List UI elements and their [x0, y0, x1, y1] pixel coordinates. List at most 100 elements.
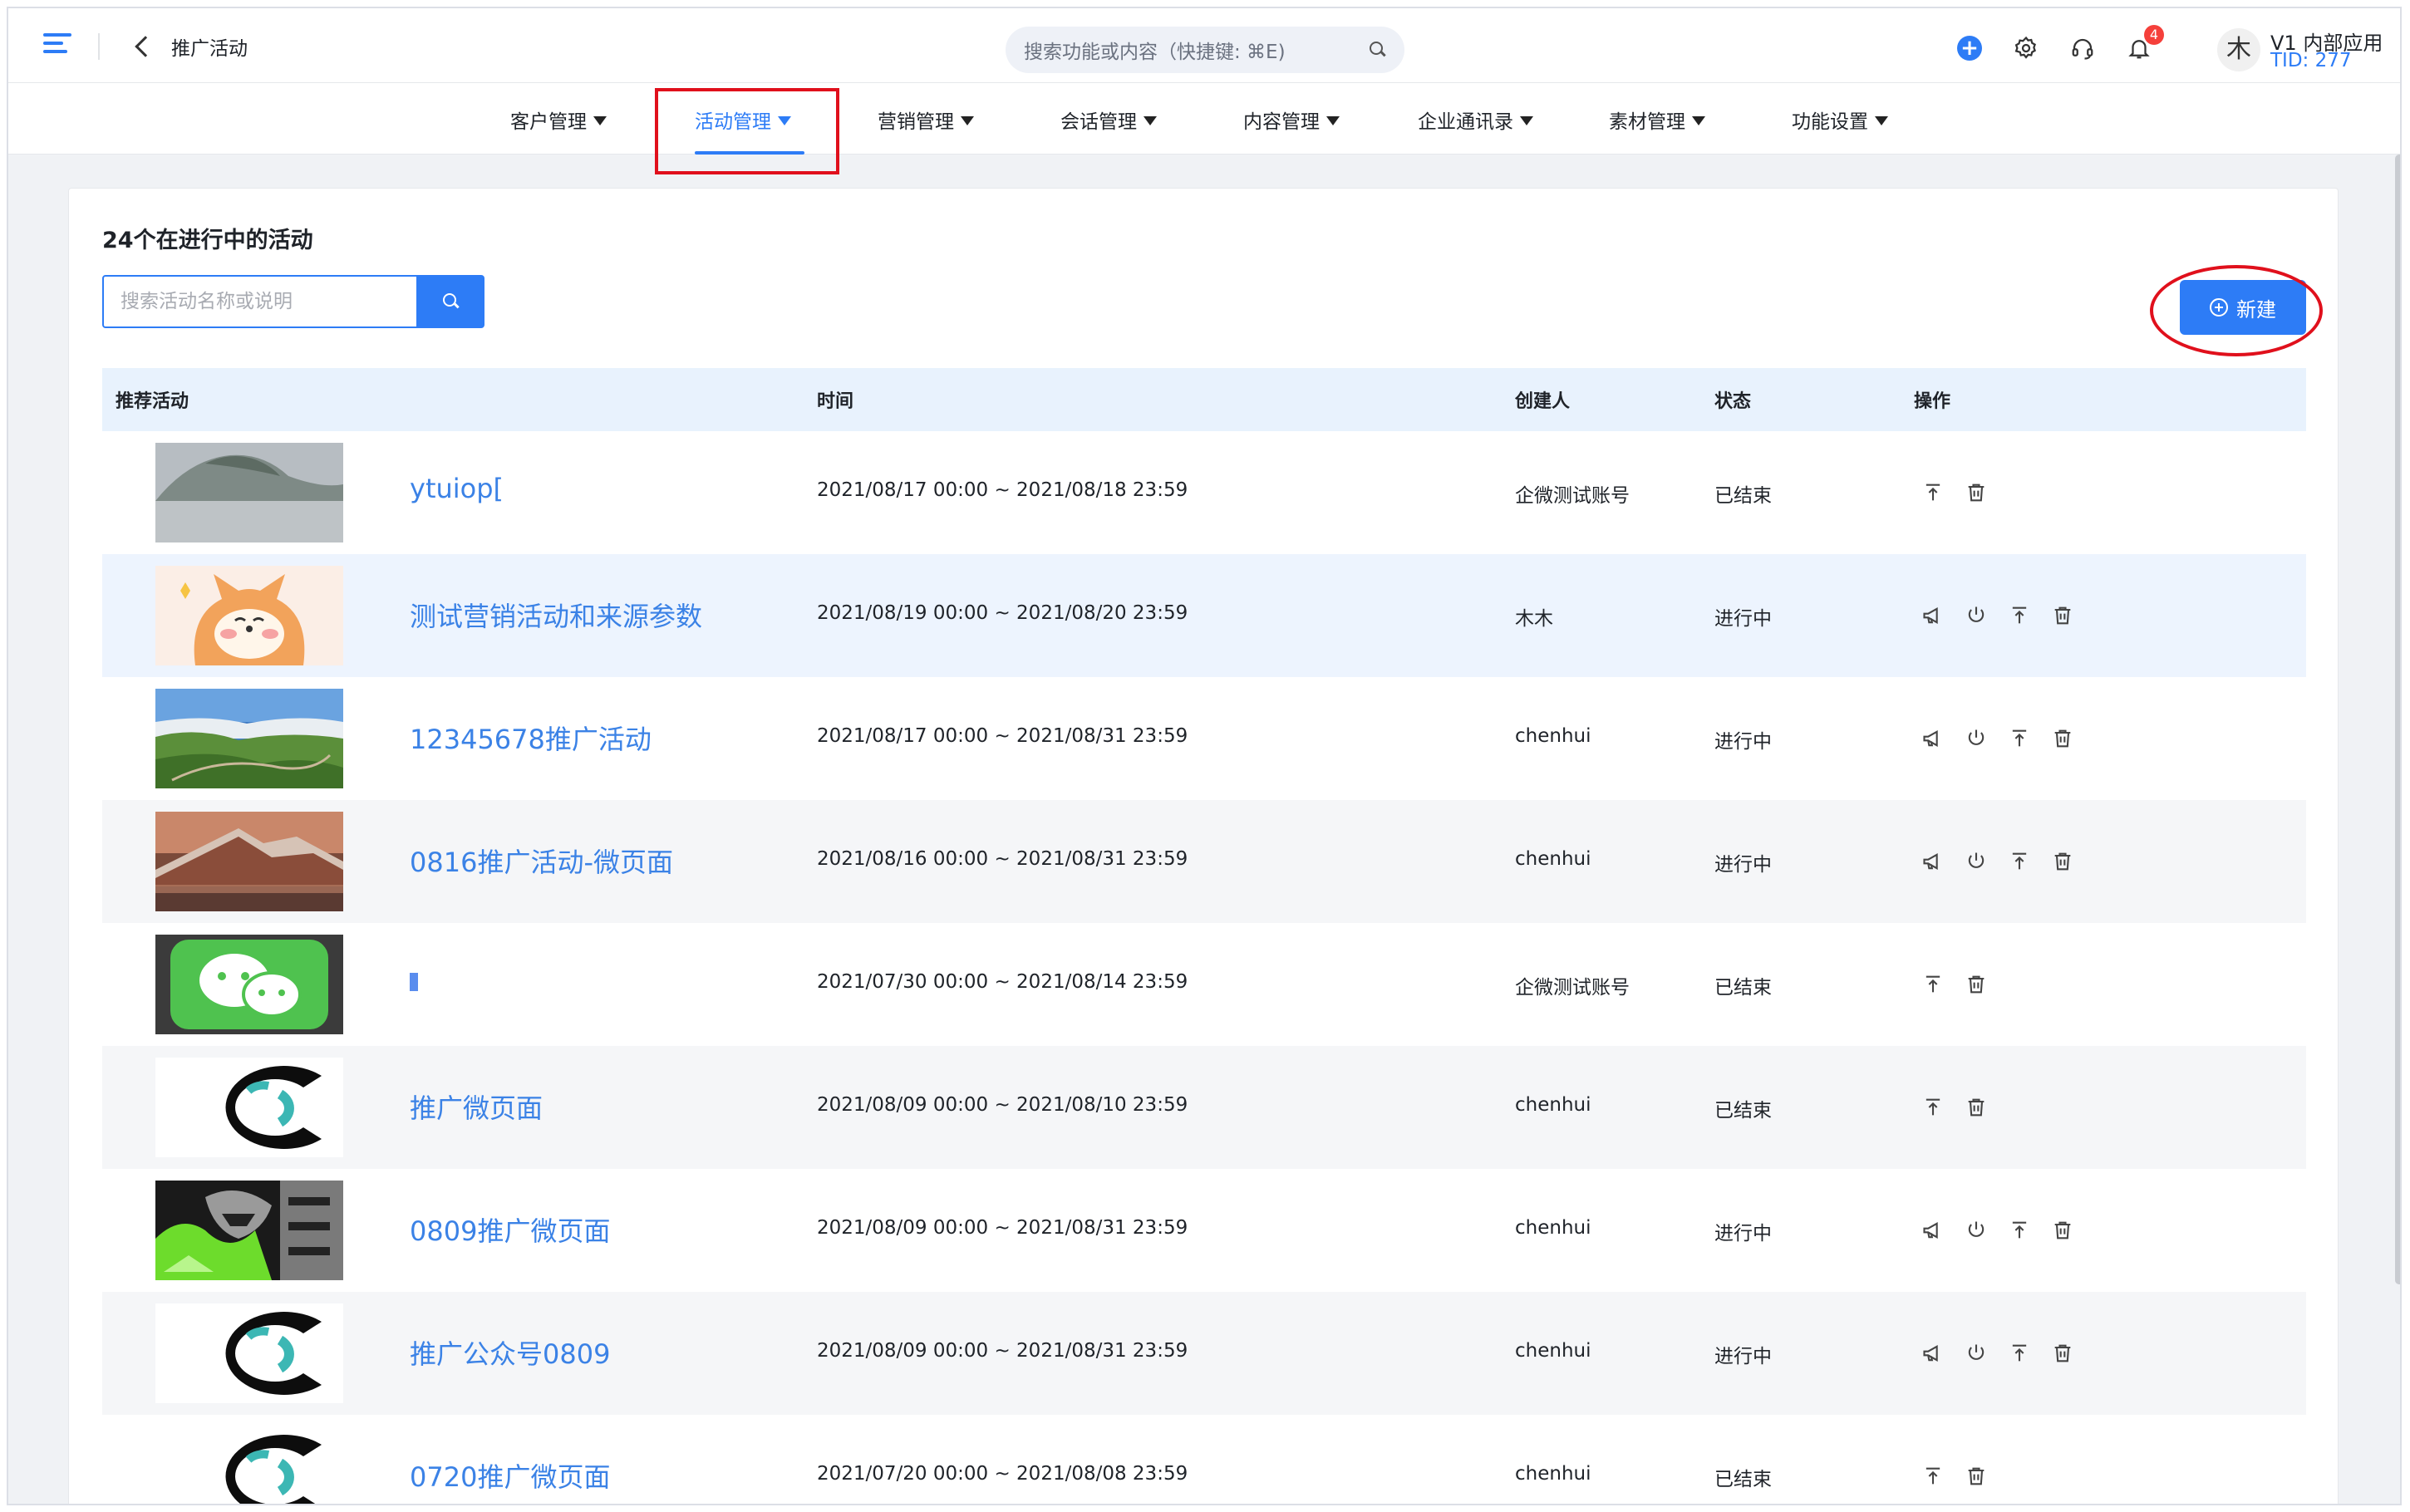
- caret-down-icon: [1326, 115, 1340, 125]
- activity-thumbnail[interactable]: [155, 1303, 343, 1403]
- search-icon: [1370, 42, 1386, 58]
- trash-icon[interactable]: [1964, 480, 1989, 505]
- power-icon[interactable]: [1964, 1218, 1989, 1243]
- activity-time: 2021/07/20 00:00 ~ 2021/08/08 23:59: [817, 1463, 1188, 1485]
- activity-name-link[interactable]: ytuiop[: [410, 473, 504, 504]
- avatar[interactable]: 木: [2217, 28, 2260, 71]
- column-header-creator: 创建人: [1515, 391, 1571, 412]
- activity-status: 进行中: [1714, 1223, 1772, 1244]
- nav-asset-management[interactable]: 素材管理: [1609, 103, 1705, 136]
- activity-time: 2021/07/30 00:00 ~ 2021/08/14 23:59: [817, 971, 1188, 993]
- pin-top-icon[interactable]: [1921, 972, 1945, 997]
- column-header-actions: 操作: [1914, 391, 1951, 412]
- global-search-input[interactable]: 搜索功能或内容（快捷键: ⌘E): [1006, 27, 1404, 73]
- pin-top-icon[interactable]: [2007, 726, 2032, 751]
- table-row: 推广公众号0809 2021/08/09 00:00 ~ 2021/08/31 …: [102, 1292, 2306, 1415]
- trash-icon[interactable]: [2050, 726, 2075, 751]
- activity-thumbnail[interactable]: [155, 443, 343, 542]
- activity-thumbnail[interactable]: [155, 1181, 343, 1280]
- activity-thumbnail[interactable]: [155, 1058, 343, 1157]
- activity-search-input[interactable]: [120, 291, 400, 312]
- column-header-time: 时间: [817, 391, 854, 412]
- nav-corporate-directory[interactable]: 企业通讯录: [1418, 103, 1533, 136]
- activity-thumbnail[interactable]: [155, 935, 343, 1034]
- top-bar: 推广活动 搜索功能或内容（快捷键: ⌘E) + 4 木 V1 内部应用 TID:…: [8, 8, 2400, 83]
- trash-icon[interactable]: [2050, 603, 2075, 628]
- trash-icon[interactable]: [1964, 1095, 1989, 1120]
- pin-top-icon[interactable]: [2007, 1341, 2032, 1366]
- annotation-box: [655, 88, 839, 174]
- nav-marketing-management[interactable]: 营销管理: [878, 103, 974, 136]
- caret-down-icon: [1520, 115, 1533, 125]
- nav-content-management[interactable]: 内容管理: [1243, 103, 1340, 136]
- activity-name-link[interactable]: [410, 965, 418, 996]
- pin-top-icon[interactable]: [1921, 1464, 1945, 1489]
- power-icon[interactable]: [1964, 726, 1989, 751]
- activity-time: 2021/08/09 00:00 ~ 2021/08/31 23:59: [817, 1340, 1188, 1362]
- nav-session-management[interactable]: 会话管理: [1060, 103, 1157, 136]
- power-icon[interactable]: [1964, 603, 1989, 628]
- bell-icon[interactable]: 4: [2126, 25, 2164, 61]
- activity-thumbnail[interactable]: [155, 812, 343, 911]
- table-row: 2021/07/30 00:00 ~ 2021/08/14 23:59 企微测试…: [102, 923, 2306, 1046]
- power-icon[interactable]: [1964, 849, 1989, 874]
- caret-down-icon: [593, 115, 607, 125]
- megaphone-icon[interactable]: [1921, 849, 1945, 874]
- pin-top-icon[interactable]: [2007, 849, 2032, 874]
- trash-icon[interactable]: [2050, 849, 2075, 874]
- activity-status: 进行中: [1714, 731, 1772, 753]
- activity-name-link[interactable]: 0720推广微页面: [410, 1456, 610, 1495]
- activity-creator: 木木: [1515, 608, 1553, 630]
- trash-icon[interactable]: [1964, 1464, 1989, 1489]
- notification-badge: 4: [2144, 25, 2164, 45]
- activity-thumbnail[interactable]: [155, 689, 343, 788]
- activity-name-link[interactable]: 推广微页面: [410, 1087, 543, 1126]
- back-button[interactable]: 推广活动: [133, 27, 248, 66]
- trash-icon[interactable]: [2050, 1341, 2075, 1366]
- activity-name-link[interactable]: 0809推广微页面: [410, 1210, 610, 1249]
- power-icon[interactable]: [1964, 1341, 1989, 1366]
- trash-icon[interactable]: [1964, 972, 1989, 997]
- trash-icon[interactable]: [2050, 1218, 2075, 1243]
- nav-label: 素材管理: [1609, 111, 1685, 133]
- search-button[interactable]: [418, 275, 484, 328]
- activity-creator: chenhui: [1515, 1463, 1591, 1485]
- megaphone-icon[interactable]: [1921, 1341, 1945, 1366]
- table-row: 测试营销活动和来源参数 2021/08/19 00:00 ~ 2021/08/2…: [102, 554, 2306, 677]
- caret-down-icon: [961, 115, 974, 125]
- gear-icon[interactable]: [2013, 35, 2039, 61]
- activity-creator: chenhui: [1515, 848, 1591, 870]
- row-actions: [1921, 478, 1989, 508]
- pin-top-icon[interactable]: [2007, 603, 2032, 628]
- headset-icon[interactable]: [2069, 35, 2096, 61]
- activity-thumbnail[interactable]: [155, 1426, 343, 1504]
- scrollbar[interactable]: [2395, 155, 2400, 1284]
- activity-thumbnail[interactable]: [155, 566, 343, 665]
- nav-feature-settings[interactable]: 功能设置: [1792, 103, 1888, 136]
- page-title: 推广活动: [171, 38, 248, 60]
- activity-time: 2021/08/16 00:00 ~ 2021/08/31 23:59: [817, 848, 1188, 870]
- activity-search-field[interactable]: [102, 275, 418, 328]
- activity-status: 进行中: [1714, 854, 1772, 876]
- pin-top-icon[interactable]: [1921, 1095, 1945, 1120]
- activity-name-link[interactable]: 测试营销活动和来源参数: [410, 596, 702, 634]
- activity-name-link[interactable]: 12345678推广活动: [410, 719, 652, 757]
- table-row: 推广微页面 2021/08/09 00:00 ~ 2021/08/10 23:5…: [102, 1046, 2306, 1169]
- hamburger-menu-icon[interactable]: [43, 33, 71, 58]
- activity-name-link[interactable]: 推广公众号0809: [410, 1333, 610, 1372]
- activity-time: 2021/08/17 00:00 ~ 2021/08/18 23:59: [817, 479, 1188, 501]
- megaphone-icon[interactable]: [1921, 1218, 1945, 1243]
- megaphone-icon[interactable]: [1921, 726, 1945, 751]
- activity-table: 推荐活动 时间 创建人 状态 操作 ytuiop[ 2021/08/17 00:…: [102, 368, 2306, 1504]
- row-actions: [1921, 601, 2075, 631]
- row-actions: [1921, 847, 2075, 876]
- activity-time: 2021/08/09 00:00 ~ 2021/08/10 23:59: [817, 1094, 1188, 1116]
- activity-name-link[interactable]: 0816推广活动-微页面: [410, 842, 673, 880]
- megaphone-icon[interactable]: [1921, 603, 1945, 628]
- pin-top-icon[interactable]: [2007, 1218, 2032, 1243]
- pin-top-icon[interactable]: [1921, 480, 1945, 505]
- nav-customer-management[interactable]: 客户管理: [510, 103, 607, 136]
- nav-label: 客户管理: [510, 111, 587, 133]
- add-icon[interactable]: +: [1956, 35, 1983, 61]
- row-actions: [1921, 970, 1989, 999]
